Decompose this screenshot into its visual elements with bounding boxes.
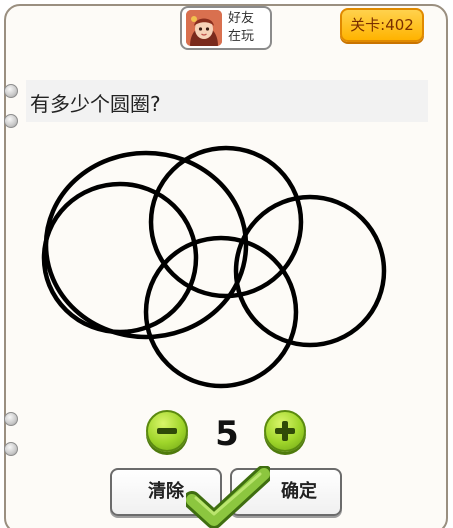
counter-value: 5 [215,414,239,454]
game-screen: 好友 在玩 关卡:402 有多少个圆圈? 5 清除 确定 [0,0,453,528]
minus-icon [157,428,177,434]
puzzle-circle [233,194,387,348]
decrement-button[interactable] [146,410,188,452]
puzzle-circle [143,235,299,389]
puzzle-circle [148,145,304,299]
puzzle-circle [41,181,199,335]
increment-button[interactable] [264,410,306,452]
checkmark-icon [186,466,270,528]
plus-icon [275,421,295,441]
